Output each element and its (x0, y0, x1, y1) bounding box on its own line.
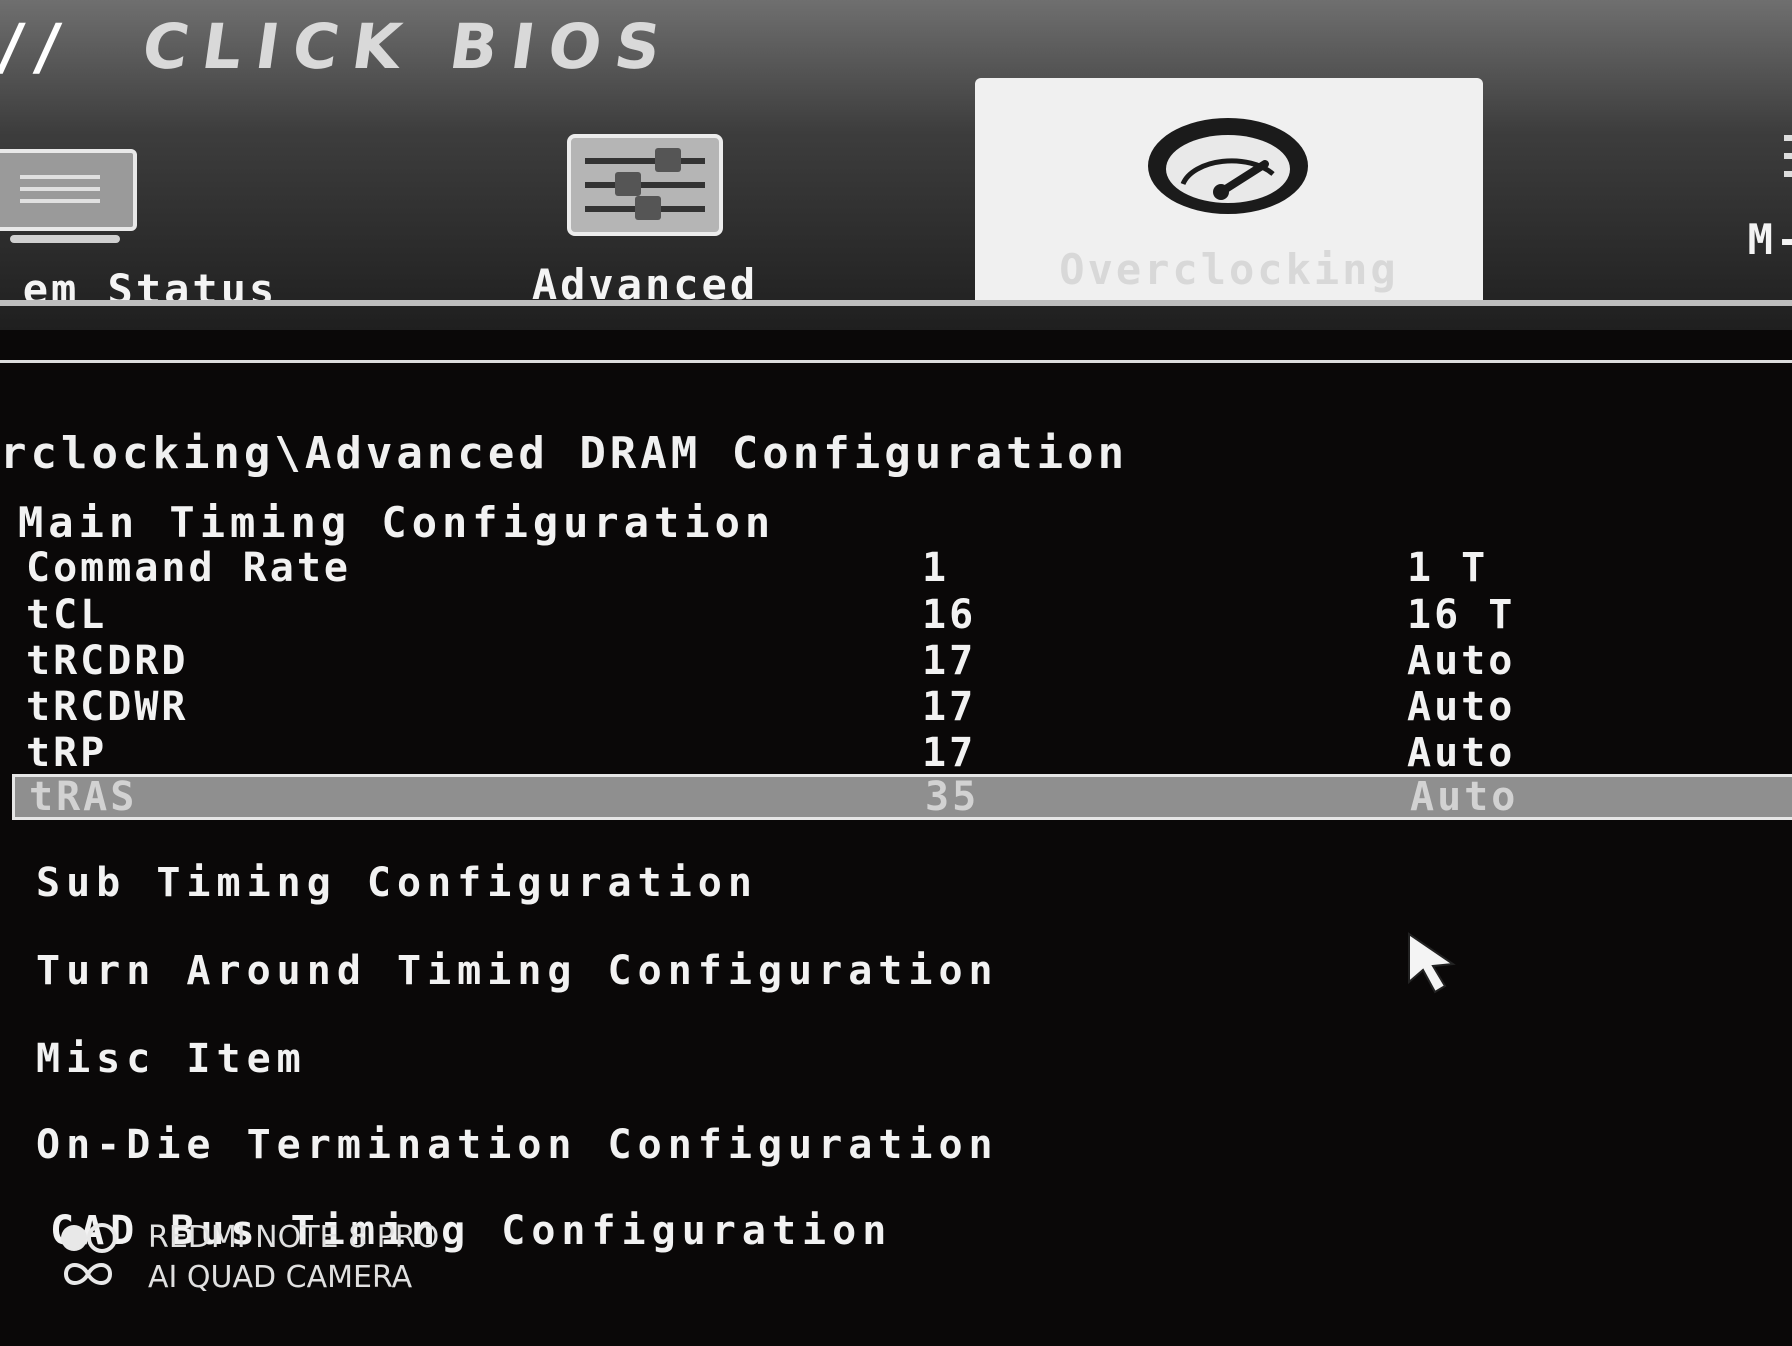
watermark-text: REDMI NOTE 8 PRO AI QUAD CAMERA (148, 1218, 439, 1298)
submenu-turn-around-timing[interactable]: Turn Around Timing Configuration (36, 948, 999, 994)
setting-row-tcl[interactable]: tCL 16 16 T (12, 592, 1792, 638)
setting-row-tras[interactable]: tRAS 35 Auto (12, 774, 1792, 820)
tab-label: em Status (22, 265, 278, 314)
monitor-icon (0, 149, 137, 243)
msi-logo-icon: // (0, 10, 79, 83)
setting-row-trcdrd[interactable]: tRCDRD 17 Auto (12, 638, 1792, 684)
tab-label: Overclocking (1059, 245, 1399, 294)
section-title-main-timing: Main Timing Configuration (18, 498, 776, 547)
tab-label: M-F (1747, 215, 1792, 264)
setting-value[interactable]: Auto (1407, 638, 1515, 684)
submenu-on-die-termination[interactable]: On-Die Termination Configuration (36, 1122, 999, 1168)
setting-name: tCL (26, 592, 108, 638)
tab-advanced[interactable]: Advanced (495, 132, 795, 309)
setting-current-value: 17 (922, 730, 977, 776)
camera-lens-icon (61, 1223, 117, 1285)
setting-current-value: 17 (922, 638, 977, 684)
setting-current-value: 16 (922, 592, 977, 638)
setting-current-value: 17 (922, 684, 977, 730)
mouse-cursor-icon (1408, 932, 1456, 994)
tab-system-status[interactable]: em Status (0, 145, 300, 314)
breadcrumb: rclocking\Advanced DRAM Configuration (0, 428, 1129, 479)
header-divider (0, 300, 1792, 306)
setting-value[interactable]: Auto (1410, 777, 1518, 817)
setting-value[interactable]: Auto (1407, 684, 1515, 730)
setting-name: tRCDRD (26, 638, 189, 684)
tab-m-flash[interactable]: M-F (1700, 105, 1792, 264)
setting-value[interactable]: 1 T (1407, 545, 1488, 591)
setting-row-trcdwr[interactable]: tRCDWR 17 Auto (12, 684, 1792, 730)
setting-current-value: 35 (925, 774, 980, 820)
sliders-icon (567, 134, 723, 236)
setting-name: tRCDWR (26, 684, 189, 730)
chip-icon (1784, 135, 1792, 177)
setting-name: Command Rate (26, 545, 351, 591)
bios-brand: // CLICK BIOS (0, 10, 680, 83)
brand-title: CLICK BIOS (137, 10, 680, 83)
submenu-sub-timing[interactable]: Sub Timing Configuration (36, 860, 758, 906)
speedometer-icon (1148, 118, 1308, 214)
bios-header: // CLICK BIOS em Status Advanced Overcloc… (0, 0, 1792, 330)
watermark-line1: REDMI NOTE 8 PRO (148, 1220, 440, 1255)
setting-value[interactable]: Auto (1407, 730, 1515, 776)
setting-current-value: 1 (922, 545, 950, 591)
setting-row-command-rate[interactable]: Command Rate 1 1 T (12, 545, 1792, 591)
content-divider (0, 360, 1792, 363)
submenu-misc-item[interactable]: Misc Item (36, 1036, 307, 1082)
setting-name: tRAS (29, 774, 138, 820)
tab-overclocking[interactable]: Overclocking (975, 78, 1483, 306)
setting-name: tRP (26, 730, 108, 776)
setting-row-trp[interactable]: tRP 17 Auto (12, 730, 1792, 776)
watermark-line2: AI QUAD CAMERA (148, 1260, 413, 1295)
setting-value[interactable]: 16 T (1407, 592, 1515, 638)
